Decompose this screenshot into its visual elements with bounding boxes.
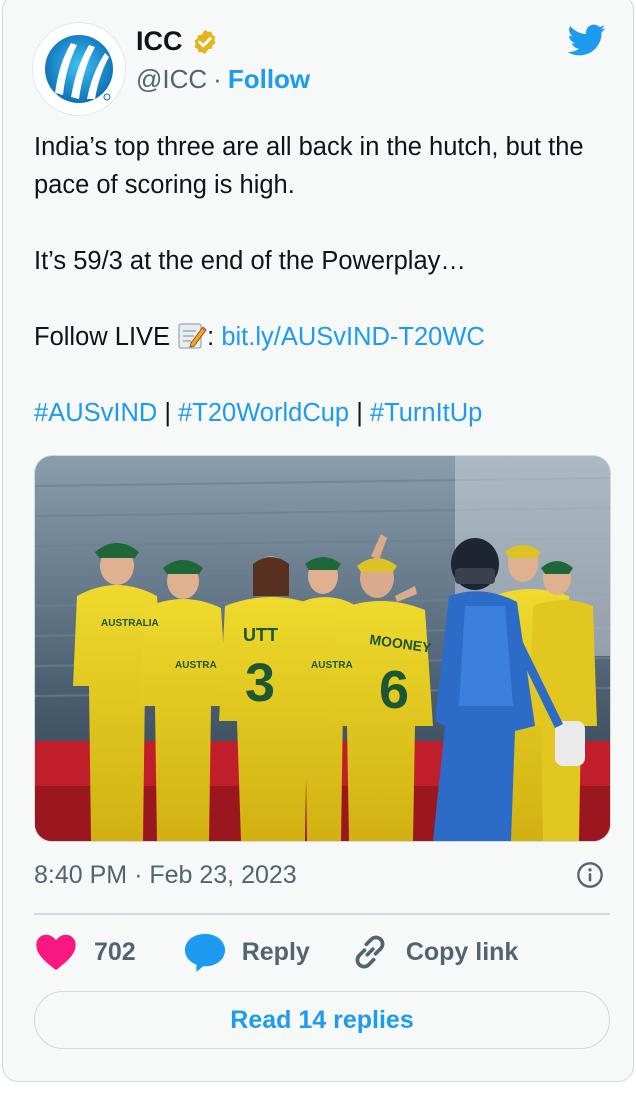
like-button[interactable]: 702 <box>34 932 136 972</box>
author-handle[interactable]: @ICC <box>136 64 207 95</box>
author-handle-row: @ICC · Follow <box>136 64 310 95</box>
like-count: 702 <box>94 937 136 966</box>
reply-button[interactable]: Reply <box>182 931 310 973</box>
copy-link-button[interactable]: Copy link <box>348 930 519 974</box>
reply-label: Reply <box>241 937 310 966</box>
cricket-celebration-photo: UTT 3 MOONEY 6 AUSTRALIA AUSTRA AUSTRA <box>35 456 610 841</box>
author-avatar[interactable] <box>32 22 126 116</box>
author-name-row: ICC <box>136 26 219 57</box>
tweet-date: Feb 23, 2023 <box>149 860 297 889</box>
hashtag-turnitup[interactable]: #TurnItUp <box>370 399 482 427</box>
tweet-photo[interactable]: UTT 3 MOONEY 6 AUSTRALIA AUSTRA AUSTRA <box>34 455 611 842</box>
memo-icon <box>178 323 207 349</box>
tweet-text: India’s top three are all back in the hu… <box>34 128 604 432</box>
tweet-time: 8:40 PM <box>34 860 128 889</box>
hashtag-t20worldcup[interactable]: #T20WorldCup <box>178 399 349 427</box>
info-icon[interactable] <box>576 861 604 889</box>
verified-badge-icon <box>194 29 215 54</box>
read-replies-button[interactable]: Read 14 replies <box>34 991 610 1049</box>
follow-button[interactable]: Follow <box>228 64 310 95</box>
heart-icon <box>36 934 76 971</box>
twitter-bird-icon[interactable] <box>564 20 608 60</box>
timestamp-row: 8:40 PM · Feb 23, 2023 <box>34 858 604 892</box>
divider <box>34 913 610 915</box>
read-replies-label: Read 14 replies <box>230 1005 414 1034</box>
link-icon <box>355 935 385 969</box>
hashtag-separator: | <box>157 399 179 427</box>
tweet-line-1: India’s top three are all back in the hu… <box>34 133 584 199</box>
tweet-link[interactable]: bit.ly/AUSvIND-T20WC <box>221 323 485 351</box>
hashtag-ausvind[interactable]: #AUSvIND <box>34 399 157 427</box>
author-name[interactable]: ICC <box>136 26 183 57</box>
copy-link-label: Copy link <box>405 937 519 966</box>
tweet-line-2: It’s 59/3 at the end of the Powerplay… <box>34 247 466 275</box>
action-bar: 702 Reply Copy link <box>34 926 518 978</box>
follow-live-colon: : <box>207 323 222 351</box>
hashtag-line: #AUSvIND | #T20WorldCup | #TurnItUp <box>34 394 604 432</box>
reply-bubble-icon <box>184 933 225 973</box>
hashtag-separator: | <box>349 399 370 427</box>
follow-live-prefix: Follow LIVE <box>34 323 178 351</box>
follow-live-line: Follow LIVE : bit.ly/AUSvIND-T20WC <box>34 318 604 356</box>
tweet-timestamp[interactable]: 8:40 PM · Feb 23, 2023 <box>34 861 297 890</box>
icc-logo-icon <box>45 35 113 103</box>
handle-separator: · <box>213 64 222 94</box>
timestamp-separator: · <box>134 860 143 889</box>
